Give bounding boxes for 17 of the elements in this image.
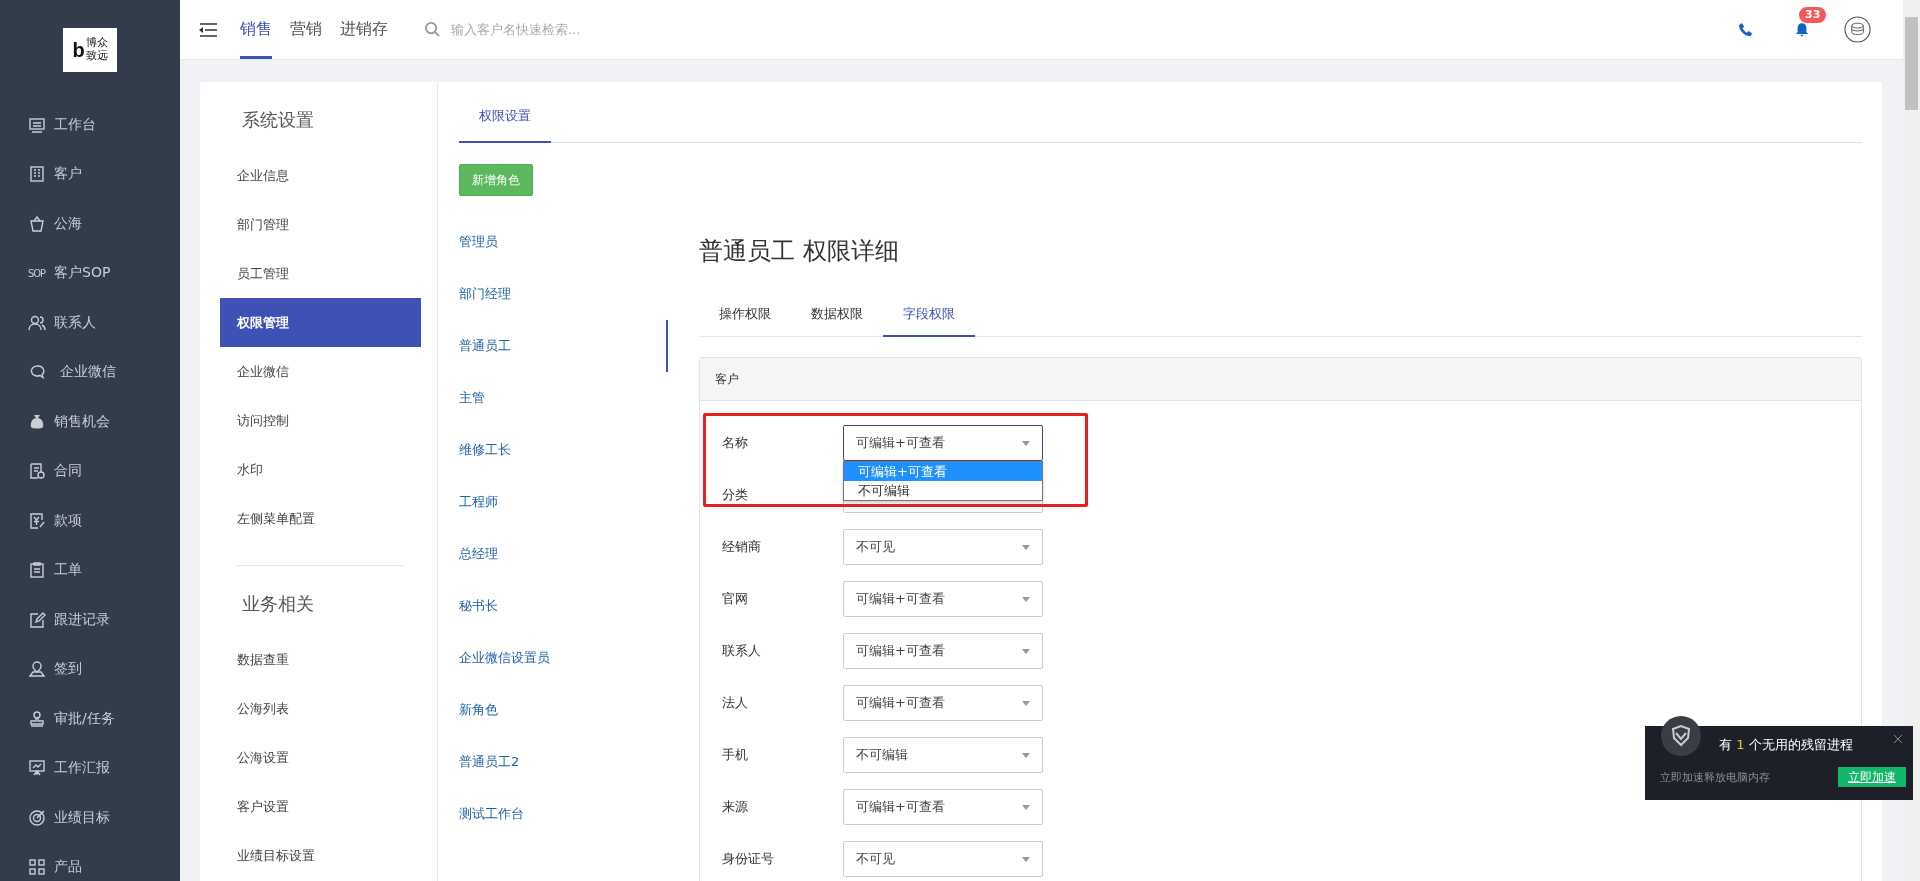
field-label: 官网 (722, 590, 749, 608)
toast-hint: 立即加速释放电脑内存 (1660, 769, 1770, 785)
field-label: 分类 (722, 486, 749, 504)
sop-icon: SOP (28, 266, 46, 280)
field-label: 名称 (722, 434, 749, 452)
notification-badge: 33 (1799, 7, 1827, 23)
detail-title: 普通员工 权限详细 (699, 236, 900, 267)
field-label: 法人 (722, 694, 749, 712)
field-label: 来源 (722, 798, 749, 816)
panel-title: 客户 (715, 370, 739, 388)
field-label: 身份证号 (722, 850, 775, 868)
menu-section-title: 系统设置 (241, 108, 315, 132)
field-label: 手机 (722, 746, 749, 764)
field-label: 经销商 (722, 538, 762, 556)
menu-section-title: 业务相关 (241, 592, 315, 616)
toast-message: 有 1 个无用的残留进程 (1719, 736, 1853, 754)
field-label: 联系人 (722, 642, 762, 660)
